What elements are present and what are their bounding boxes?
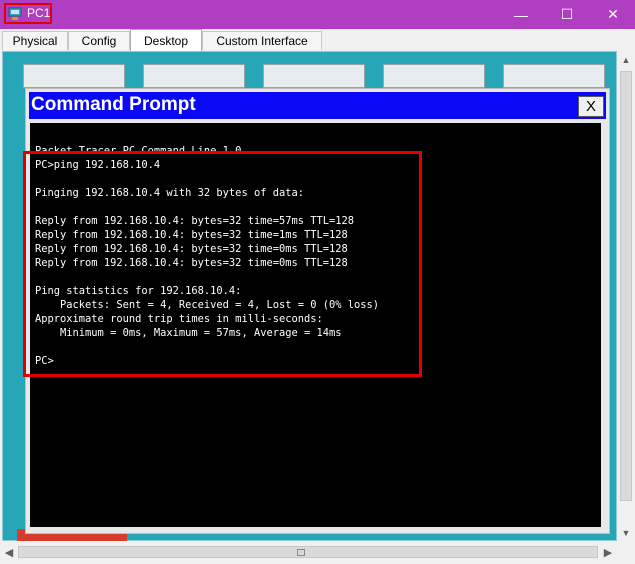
command-prompt-title: Command Prompt (31, 94, 196, 115)
maximize-button[interactable]: ☐ (544, 0, 590, 29)
scroll-grip-icon (297, 549, 305, 556)
ping-output-highlight-box (23, 151, 422, 377)
horizontal-scrollbar[interactable]: ◀ ▶ (0, 543, 617, 561)
minimize-icon: — (514, 6, 528, 23)
title-highlight-box (4, 3, 52, 24)
command-prompt-close-button[interactable]: X (578, 96, 604, 117)
desktop-app-icon[interactable] (503, 64, 605, 88)
vertical-scrollbar[interactable]: ▲ ▼ (617, 51, 635, 541)
vertical-scroll-thumb[interactable] (620, 71, 632, 501)
scroll-right-icon[interactable]: ▶ (599, 543, 617, 561)
minimize-button[interactable]: — (498, 0, 544, 29)
tab-config[interactable]: Config (68, 31, 130, 50)
tab-bar: Physical Config Desktop Custom Interface (0, 29, 635, 51)
tab-physical[interactable]: Physical (2, 31, 68, 50)
horizontal-scroll-thumb[interactable] (18, 546, 598, 558)
desktop-app-icon[interactable] (143, 64, 245, 88)
close-icon: ✕ (607, 6, 619, 22)
tab-custom-interface[interactable]: Custom Interface (202, 31, 322, 50)
tab-desktop[interactable]: Desktop (130, 29, 202, 51)
desktop-app-icon[interactable] (383, 64, 485, 88)
title-bar: PC1 — ☐ ✕ (0, 0, 635, 29)
desktop-app-icon[interactable] (263, 64, 365, 88)
desktop-app-icon[interactable] (23, 64, 125, 88)
scroll-left-icon[interactable]: ◀ (0, 543, 18, 561)
scroll-up-icon[interactable]: ▲ (617, 51, 635, 68)
maximize-icon: ☐ (560, 6, 574, 22)
scroll-down-icon[interactable]: ▼ (617, 524, 635, 541)
command-prompt-header: Command Prompt X (29, 92, 606, 119)
close-button[interactable]: ✕ (590, 0, 635, 29)
